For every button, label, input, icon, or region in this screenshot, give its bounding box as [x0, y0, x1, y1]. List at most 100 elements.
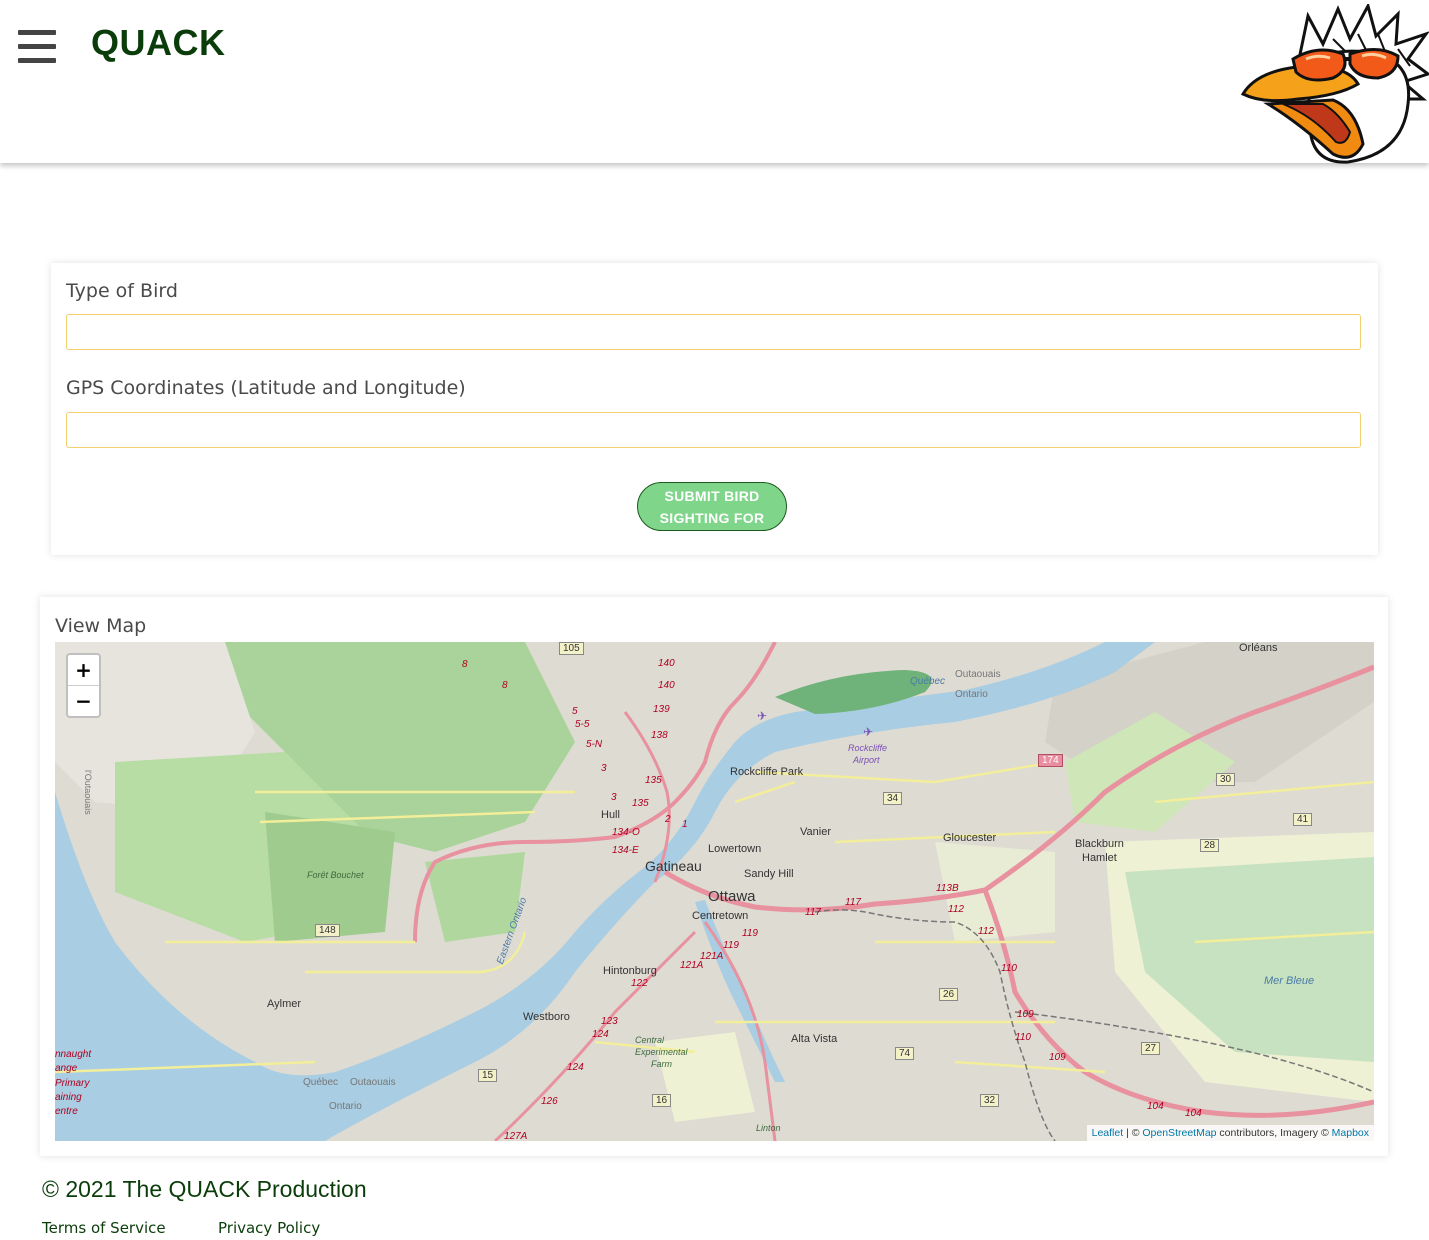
route-shield: 148 — [315, 924, 340, 937]
place-label: Linton — [756, 1123, 781, 1133]
route-number: 140 — [658, 658, 675, 669]
hamburger-menu-icon[interactable] — [18, 30, 56, 64]
route-number: 134-O — [612, 827, 640, 838]
route-number: 109 — [1049, 1052, 1066, 1063]
route-number: 124 — [567, 1062, 584, 1073]
place-label: Gatineau — [645, 858, 702, 874]
map-card: View Map ✈ ✈ Orléans Québec Outaouais On… — [40, 597, 1388, 1156]
place-label: Ontario — [329, 1101, 362, 1112]
place-label: Lowertown — [708, 843, 762, 855]
route-number: 121A — [680, 960, 704, 971]
bird-type-label: Type of Bird — [66, 280, 178, 302]
attribution-separator: | © — [1123, 1127, 1143, 1139]
route-shield: 74 — [895, 1047, 915, 1060]
route-number: 124 — [592, 1029, 609, 1040]
place-label: Rockcliffe — [848, 743, 888, 753]
terms-of-service-link[interactable]: Terms of Service — [42, 1219, 166, 1237]
route-number: 134-E — [612, 845, 639, 856]
route-number: 5-N — [586, 739, 603, 750]
place-label: Forêt Bouchet — [307, 870, 364, 880]
map-title: View Map — [55, 615, 147, 637]
route-shield: 41 — [1293, 813, 1313, 826]
zoom-control: + − — [66, 653, 101, 718]
brand-title[interactable]: QUACK — [91, 22, 226, 64]
leaflet-map[interactable]: ✈ ✈ Orléans Québec Outaouais Ontario Roc… — [55, 642, 1374, 1141]
gps-coordinates-label: GPS Coordinates (Latitude and Longitude) — [66, 377, 466, 399]
route-number: 135 — [632, 798, 649, 809]
submit-button-line2: SIGHTING FOR — [659, 510, 765, 526]
route-number: 138 — [651, 730, 668, 741]
route-number: 119 — [723, 940, 739, 951]
place-label: Outaouais — [955, 669, 1001, 680]
place-label: entre — [55, 1106, 78, 1117]
place-label: Hintonburg — [603, 965, 657, 977]
place-label: nnaught — [55, 1049, 92, 1060]
place-label: Rockcliffe Park — [730, 766, 804, 778]
route-number: 121A — [700, 951, 724, 962]
route-number: 3 — [611, 792, 617, 803]
place-label: Québec — [910, 676, 946, 687]
place-label: Airport — [853, 755, 880, 765]
place-label: Primary — [55, 1078, 90, 1089]
route-number: 110 — [1015, 1032, 1031, 1043]
map-attribution: Leaflet | © OpenStreetMap contributors, … — [1086, 1125, 1374, 1141]
bird-type-input[interactable] — [66, 314, 1361, 350]
route-shield: 105 — [559, 642, 584, 655]
place-label: Blackburn — [1075, 838, 1124, 850]
place-label: Farm — [651, 1059, 672, 1069]
route-number: 112 — [978, 926, 994, 937]
route-number: 8 — [502, 680, 508, 691]
place-label: ange — [55, 1063, 78, 1074]
route-number: 109 — [1017, 1009, 1034, 1020]
top-header: QUACK — [0, 0, 1429, 164]
submit-button-line1: SUBMIT BIRD — [664, 488, 760, 504]
gps-coordinates-input[interactable] — [66, 412, 1361, 448]
place-label: Experimental — [635, 1047, 688, 1057]
route-shield: 174 — [1038, 754, 1063, 767]
route-shield: 26 — [939, 988, 959, 1001]
place-label: Orléans — [1239, 642, 1278, 654]
route-number: 117 — [845, 897, 861, 908]
route-number: 113B — [936, 883, 959, 894]
privacy-policy-link[interactable]: Privacy Policy — [218, 1219, 320, 1237]
place-label: Centretown — [692, 910, 749, 922]
leaflet-link[interactable]: Leaflet — [1092, 1127, 1124, 1139]
route-number: 117 — [805, 907, 821, 918]
place-label: Hull — [601, 809, 620, 821]
submit-sighting-button[interactable]: SUBMIT BIRD SIGHTING FOR — [637, 482, 787, 531]
zoom-out-button[interactable]: − — [68, 686, 99, 716]
route-shield: 28 — [1200, 839, 1220, 852]
place-label: Ontario — [955, 689, 988, 700]
route-shield: 30 — [1216, 773, 1236, 786]
route-number: 140 — [658, 680, 675, 691]
route-shield: 34 — [883, 792, 903, 805]
zoom-in-button[interactable]: + — [68, 655, 99, 686]
place-label: Sandy Hill — [744, 868, 794, 880]
route-number: 112 — [948, 904, 964, 915]
route-number: 135 — [645, 775, 662, 786]
route-number: 127A — [504, 1131, 528, 1141]
route-number: 139 — [653, 704, 670, 715]
route-number: 123 — [601, 1016, 618, 1027]
route-number: 119 — [742, 928, 758, 939]
place-label: Hamlet — [1082, 852, 1117, 864]
route-shield: 32 — [980, 1094, 1000, 1107]
route-number: 1 — [682, 819, 688, 830]
duck-mascot-logo — [1238, 1, 1429, 164]
svg-text:✈: ✈ — [863, 725, 873, 739]
place-label: Aylmer — [267, 998, 302, 1010]
route-number: 2 — [665, 814, 671, 825]
place-label: Outaouais — [350, 1077, 396, 1088]
route-number: 5-5 — [575, 719, 590, 730]
copyright-text: © 2021 The QUACK Production — [42, 1176, 367, 1202]
route-shield: 15 — [478, 1069, 498, 1082]
mapbox-link[interactable]: Mapbox — [1332, 1127, 1369, 1139]
route-number: 126 — [541, 1096, 558, 1107]
svg-text:✈: ✈ — [757, 709, 767, 723]
openstreetmap-link[interactable]: OpenStreetMap — [1142, 1127, 1216, 1139]
place-label: aining — [55, 1092, 82, 1103]
route-number: 5 — [572, 706, 578, 717]
place-label: Alta Vista — [791, 1033, 838, 1045]
route-shield: 27 — [1141, 1042, 1161, 1055]
attribution-text: contributors, Imagery © — [1216, 1127, 1332, 1139]
